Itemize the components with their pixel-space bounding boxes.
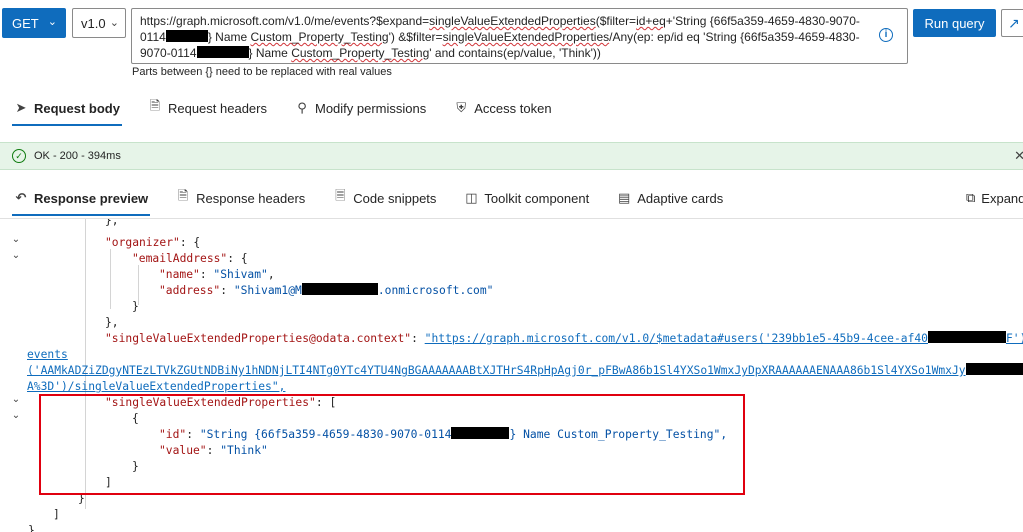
chevron-down-icon: ⌄	[109, 17, 119, 29]
json-line: "emailAddress": {	[132, 252, 248, 265]
tab-code-snippets[interactable]: 🗏 Code snippets	[319, 180, 450, 216]
json-line: "address": "Shivam1@M .onmicrosoft.com"	[159, 283, 494, 297]
card-icon: ▤	[618, 190, 631, 205]
redaction	[165, 30, 208, 42]
code-icon: 🗏	[335, 188, 346, 203]
response-status-bar: ✓ OK - 200 - 394ms ✕	[0, 142, 1023, 170]
share-icon[interactable]: ↗	[1001, 9, 1023, 37]
tab-modify-permissions[interactable]: ⚲ Modify permissions	[281, 90, 440, 126]
http-method-select[interactable]: GET ⌄	[2, 8, 66, 38]
toolkit-icon: ◫	[465, 190, 478, 205]
request-tabs: ➤ Request body 🗎 Request headers ⚲ Modif…	[0, 90, 566, 126]
json-line: },	[105, 219, 119, 227]
run-query-button[interactable]: Run query	[913, 9, 996, 37]
chevron-down-icon[interactable]: ⌄	[10, 394, 22, 405]
url-line-1: https://graph.microsoft.com/v1.0/me/even…	[140, 14, 860, 28]
undo-icon: ↶	[15, 190, 27, 205]
key-icon: ⚲	[297, 100, 307, 115]
tab-request-headers[interactable]: 🗎 Request headers	[134, 90, 281, 126]
json-line: "organizer": {	[105, 236, 201, 249]
json-line: A%3D')/singleValueExtendedProperties",	[27, 380, 286, 393]
close-icon[interactable]: ✕	[1014, 148, 1023, 164]
url-hint-text: Parts between {} need to be replaced wit…	[132, 66, 392, 78]
tab-response-preview[interactable]: ↶ Response preview	[0, 180, 162, 216]
json-line: events	[27, 348, 68, 361]
tab-response-headers[interactable]: 🗎 Response headers	[162, 180, 319, 216]
url-line-2: 0114} Name Custom_Property_Testing') &$f…	[140, 30, 860, 44]
redaction	[927, 331, 1006, 343]
api-version-value: v1.0	[81, 15, 106, 31]
highlight-box	[39, 394, 745, 495]
json-line: "name": "Shivam",	[159, 268, 275, 281]
tab-toolkit-component[interactable]: ◫ Toolkit component	[450, 180, 603, 216]
redaction	[196, 46, 249, 58]
url-line-3: 9070-0114} Name Custom_Property_Testing'…	[140, 46, 601, 60]
query-url-input[interactable]: https://graph.microsoft.com/v1.0/me/even…	[131, 8, 908, 64]
api-version-select[interactable]: v1.0 ⌄	[72, 8, 126, 38]
tab-adaptive-cards[interactable]: ▤ Adaptive cards	[603, 180, 737, 216]
chevron-down-icon[interactable]: ⌄	[10, 250, 22, 261]
chevron-down-icon[interactable]: ⌄	[10, 234, 22, 245]
chevron-down-icon: ⌄	[47, 16, 57, 28]
expand-button[interactable]: ⧉ Expand	[966, 180, 1023, 216]
redaction	[301, 283, 378, 295]
expand-icon: ⧉	[966, 190, 976, 205]
indent-guide	[110, 249, 111, 309]
tab-access-token[interactable]: ⛨ Access token	[440, 90, 565, 126]
shield-icon: ⛨	[456, 100, 467, 115]
document-icon: 🗎	[149, 98, 161, 113]
json-line: },	[105, 316, 119, 329]
response-tabs: ↶ Response preview 🗎 Response headers 🗏 …	[0, 180, 737, 216]
tab-request-body[interactable]: ➤ Request body	[0, 90, 134, 126]
document-icon: 🗎	[177, 188, 189, 203]
redaction	[965, 363, 1023, 375]
checkmark-circle-icon: ✓	[12, 149, 26, 163]
json-line: ('AAMkADZiZDgyNTEzLTVkZGUtNDBiNy1hNDNjLT…	[27, 363, 1023, 379]
json-line: "singleValueExtendedProperties@odata.con…	[105, 331, 1023, 345]
status-text: OK - 200 - 394ms	[34, 150, 121, 162]
send-icon: ➤	[15, 100, 27, 115]
json-line: }	[132, 300, 139, 313]
json-line: ]	[53, 508, 60, 521]
chevron-down-icon[interactable]: ⌄	[10, 410, 22, 421]
info-icon[interactable]: i	[879, 28, 893, 42]
json-line: }	[28, 524, 35, 532]
http-method-value: GET	[12, 15, 39, 31]
